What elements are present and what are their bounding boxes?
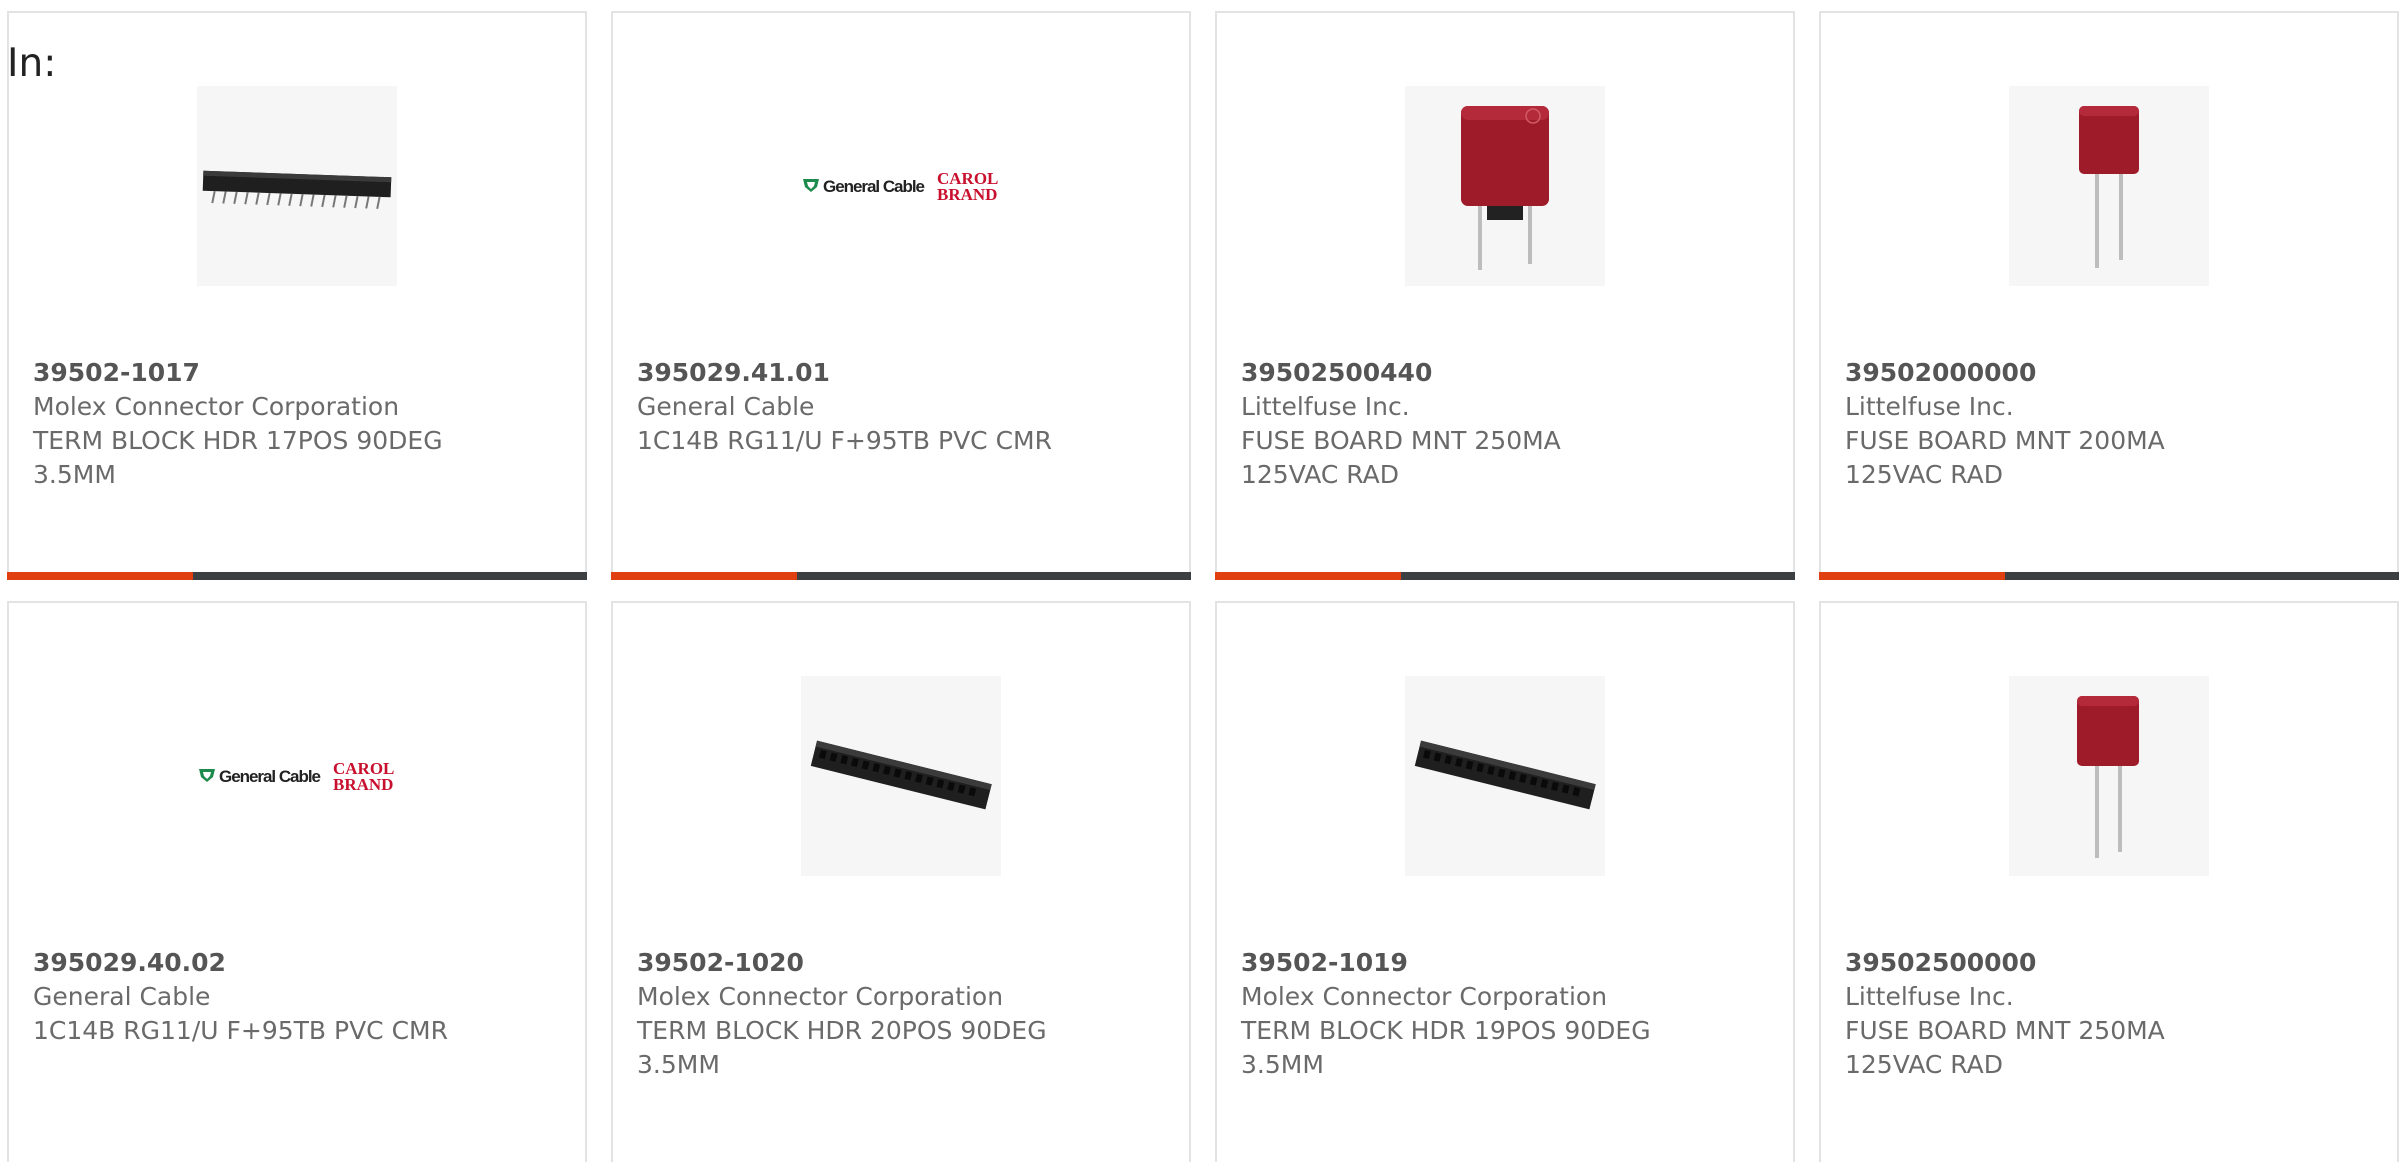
product-card[interactable]: 39502500000 Littelfuse Inc. FUSE BOARD M… xyxy=(1819,601,2399,1162)
product-image xyxy=(2009,676,2209,876)
product-card[interactable]: 39502-1017 Molex Connector Corporation T… xyxy=(7,11,587,580)
product-grid: 39502-1017 Molex Connector Corporation T… xyxy=(7,11,2399,1162)
description-line-1: TERM BLOCK HDR 20POS 90DEG xyxy=(637,1016,1047,1045)
in-label: In: xyxy=(7,41,57,86)
description-line-1: 1C14B RG11/U F+95TB PVC CMR xyxy=(33,1016,448,1045)
progress-bar xyxy=(611,572,1191,580)
description-line-1: FUSE BOARD MNT 250MA xyxy=(1241,426,1561,455)
description-line-2: 3.5MM xyxy=(637,1050,720,1079)
product-image xyxy=(1405,676,1605,876)
header-connector-icon xyxy=(202,170,392,210)
product-card[interactable]: General Cable CAROL BRAND 395029.41.01 G… xyxy=(611,11,1191,580)
description-line-2: 125VAC RAD xyxy=(1845,1050,2003,1079)
progress-fill xyxy=(1215,572,1401,580)
part-number[interactable]: 39502-1017 xyxy=(33,356,565,390)
description-line-2: 3.5MM xyxy=(1241,1050,1324,1079)
general-cable-logo: General Cable CAROL BRAND xyxy=(803,169,998,204)
product-info: 39502000000 Littelfuse Inc. FUSE BOARD M… xyxy=(1845,356,2377,492)
description-line-1: 1C14B RG11/U F+95TB PVC CMR xyxy=(637,426,1052,455)
progress-bar xyxy=(1819,572,2399,580)
product-card[interactable]: 39502000000 Littelfuse Inc. FUSE BOARD M… xyxy=(1819,11,2399,580)
description-line-1: FUSE BOARD MNT 250MA xyxy=(1845,1016,2165,1045)
product-image xyxy=(197,86,397,286)
progress-bar xyxy=(1215,572,1795,580)
manufacturer: Littelfuse Inc. xyxy=(1241,392,1410,421)
product-image: General Cable CAROL BRAND xyxy=(801,86,1001,286)
product-card[interactable]: General Cable CAROL BRAND 395029.40.02 G… xyxy=(7,601,587,1162)
part-number[interactable]: 395029.41.01 xyxy=(637,356,1169,390)
progress-bar xyxy=(7,572,587,580)
fuse-icon xyxy=(2079,106,2139,268)
product-image xyxy=(2009,86,2209,286)
product-info: 39502-1020 Molex Connector Corporation T… xyxy=(637,946,1169,1082)
part-number[interactable]: 395029.40.02 xyxy=(33,946,565,980)
fuse-icon xyxy=(1461,106,1549,270)
progress-fill xyxy=(1819,572,2005,580)
part-number[interactable]: 39502500440 xyxy=(1241,356,1773,390)
manufacturer: Molex Connector Corporation xyxy=(1241,982,1608,1011)
description-line-1: TERM BLOCK HDR 17POS 90DEG xyxy=(33,426,443,455)
manufacturer: Littelfuse Inc. xyxy=(1845,392,2014,421)
description-line-2: 125VAC RAD xyxy=(1241,460,1399,489)
progress-fill xyxy=(611,572,797,580)
product-card[interactable]: 39502500440 Littelfuse Inc. FUSE BOARD M… xyxy=(1215,11,1795,580)
manufacturer: Littelfuse Inc. xyxy=(1845,982,2014,1011)
part-number[interactable]: 39502-1020 xyxy=(637,946,1169,980)
part-number[interactable]: 39502-1019 xyxy=(1241,946,1773,980)
manufacturer: General Cable xyxy=(637,392,815,421)
product-info: 39502500000 Littelfuse Inc. FUSE BOARD M… xyxy=(1845,946,2377,1082)
part-number[interactable]: 39502500000 xyxy=(1845,946,2377,980)
description-line-1: TERM BLOCK HDR 19POS 90DEG xyxy=(1241,1016,1651,1045)
progress-fill xyxy=(7,572,193,580)
product-image: General Cable CAROL BRAND xyxy=(197,676,397,876)
header-connector-icon xyxy=(810,740,992,810)
svg-text:General Cable: General Cable xyxy=(219,767,321,786)
product-image xyxy=(1405,86,1605,286)
svg-text:General Cable: General Cable xyxy=(823,177,925,196)
description-line-2: 3.5MM xyxy=(33,460,116,489)
product-info: 39502500440 Littelfuse Inc. FUSE BOARD M… xyxy=(1241,356,1773,492)
general-cable-logo: General Cable CAROL BRAND xyxy=(199,759,394,794)
description-line-2: 125VAC RAD xyxy=(1845,460,2003,489)
description-line-1: FUSE BOARD MNT 200MA xyxy=(1845,426,2165,455)
header-connector-icon xyxy=(1414,740,1596,810)
product-info: 39502-1017 Molex Connector Corporation T… xyxy=(33,356,565,492)
svg-text:BRAND: BRAND xyxy=(937,185,997,204)
manufacturer: Molex Connector Corporation xyxy=(637,982,1004,1011)
fuse-icon xyxy=(2077,696,2139,858)
product-results-page: In: 39502-1017 Molex Connector Corporati… xyxy=(0,0,2400,1162)
product-info: 395029.40.02 General Cable 1C14B RG11/U … xyxy=(33,946,565,1048)
product-card[interactable]: 39502-1020 Molex Connector Corporation T… xyxy=(611,601,1191,1162)
manufacturer: General Cable xyxy=(33,982,211,1011)
product-card[interactable]: 39502-1019 Molex Connector Corporation T… xyxy=(1215,601,1795,1162)
product-info: 39502-1019 Molex Connector Corporation T… xyxy=(1241,946,1773,1082)
manufacturer: Molex Connector Corporation xyxy=(33,392,400,421)
product-image xyxy=(801,676,1001,876)
svg-text:BRAND: BRAND xyxy=(333,775,393,794)
product-info: 395029.41.01 General Cable 1C14B RG11/U … xyxy=(637,356,1169,458)
part-number[interactable]: 39502000000 xyxy=(1845,356,2377,390)
